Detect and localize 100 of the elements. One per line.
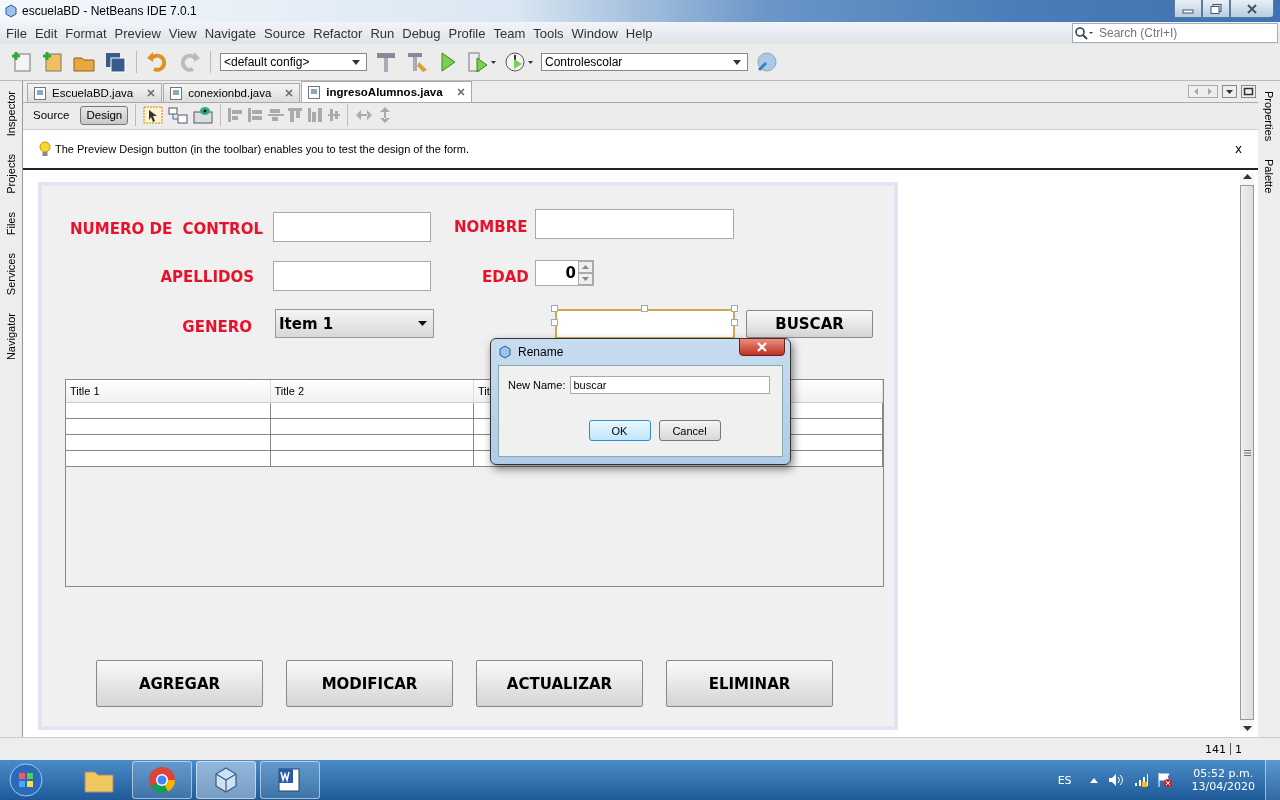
flag-icon[interactable]	[1157, 772, 1172, 788]
editor-tab[interactable]: ingresoAlumnos.java	[301, 81, 472, 102]
resize-handle[interactable]	[641, 305, 648, 312]
text-field[interactable]	[273, 261, 431, 291]
browser-icon	[148, 766, 176, 794]
spinner-arrows-icon[interactable]	[578, 261, 593, 285]
file-icon	[34, 86, 46, 100]
alignment-icons[interactable]	[228, 106, 341, 124]
gender-dropdown[interactable]: Item 1	[275, 309, 434, 338]
scrollbar[interactable]	[1240, 174, 1254, 731]
action-button[interactable]: AGREGAR	[96, 660, 263, 707]
dialog-button[interactable]: Cancel	[658, 420, 721, 441]
new-project-icon[interactable]	[41, 50, 65, 74]
menu-item[interactable]: Edit	[30, 25, 62, 41]
file-icon	[308, 85, 321, 99]
form-label: NOMBRE	[454, 218, 529, 236]
menu-item[interactable]: Profile	[444, 25, 490, 41]
close-button[interactable]	[739, 338, 785, 356]
debug-icon[interactable]	[467, 50, 497, 74]
column-number: 1	[1235, 742, 1242, 756]
menu-item[interactable]: Source	[260, 25, 310, 41]
save-all-icon[interactable]	[103, 50, 127, 74]
close-icon[interactable]	[285, 89, 294, 97]
hammer-icon[interactable]	[374, 50, 398, 74]
menu-item[interactable]: Preview	[110, 25, 165, 41]
dialog-title: Rename	[518, 345, 564, 359]
form-label: APELLIDOS	[159, 268, 254, 286]
dropdown-icon[interactable]	[1222, 85, 1237, 98]
side-panel-tab[interactable]: Palette	[1263, 157, 1275, 196]
text-field[interactable]	[273, 212, 431, 242]
menu-item[interactable]: Navigate	[200, 25, 261, 41]
action-button[interactable]: ELIMINAR	[666, 660, 833, 707]
view-toggle[interactable]: Design	[80, 105, 129, 125]
view-toggle[interactable]: Source	[27, 105, 76, 125]
search-field[interactable]: Search (Ctrl+I)	[1072, 23, 1278, 43]
form-label: EDAD	[482, 268, 530, 286]
menu-item[interactable]: Team	[489, 25, 530, 41]
taskbar-app[interactable]	[132, 761, 192, 799]
clock-time[interactable]: 05:52 p.m.	[1193, 767, 1254, 780]
menu-item[interactable]: Window	[567, 25, 622, 41]
language-indicator[interactable]: ES	[1057, 773, 1072, 787]
menu-item[interactable]: Format	[61, 25, 111, 41]
side-panel-tab[interactable]: Projects	[5, 152, 17, 196]
cube-icon	[212, 766, 240, 794]
name-field[interactable]: buscar	[570, 376, 771, 394]
menu-item[interactable]: View	[164, 25, 201, 41]
number-spinner[interactable]: 0	[535, 260, 594, 286]
up-arrow-icon[interactable]	[1242, 174, 1252, 179]
config-dropdown[interactable]: <default config>	[220, 53, 367, 71]
editor-tab[interactable]: conexionbd.java	[163, 83, 301, 102]
resize-vertical-icon[interactable]	[378, 106, 393, 124]
caret-icon	[352, 59, 360, 65]
start-button[interactable]	[8, 762, 44, 798]
column-header[interactable]: Title 1	[66, 380, 271, 402]
restore-button[interactable]	[1202, 0, 1230, 18]
caret-icon	[733, 59, 741, 65]
menu-item[interactable]: File	[2, 25, 31, 41]
action-button[interactable]: MODIFICAR	[286, 660, 453, 707]
down-arrow-icon[interactable]	[1242, 726, 1252, 731]
menu-item[interactable]: Tools	[529, 25, 568, 41]
taskbar-app[interactable]	[196, 761, 256, 799]
text-field[interactable]	[535, 209, 734, 239]
menu-item[interactable]: Run	[366, 25, 399, 41]
close-hint-button[interactable]: x	[1234, 142, 1242, 156]
close-icon[interactable]	[456, 88, 465, 96]
selection-icon[interactable]	[143, 106, 164, 124]
project-dropdown[interactable]: Controlescolar	[541, 53, 748, 71]
action-button[interactable]: ACTUALIZAR	[476, 660, 643, 707]
selected-text-field[interactable]	[555, 309, 735, 339]
maximize-icon[interactable]	[1241, 85, 1256, 98]
menu-item[interactable]: Help	[621, 25, 657, 41]
dialog-button[interactable]: OK	[588, 420, 651, 441]
side-panel-tab[interactable]: Properties	[1263, 89, 1275, 144]
up-arrow-icon[interactable]	[1089, 777, 1098, 783]
signal-icon[interactable]	[1133, 773, 1148, 787]
minimize-button[interactable]	[1174, 0, 1202, 18]
side-panel-tab[interactable]: Services	[5, 251, 17, 298]
restore-icon	[1210, 3, 1222, 14]
clock-date[interactable]: 13/04/2020	[1191, 780, 1255, 793]
taskbar-app[interactable]	[260, 761, 320, 799]
preview-icon[interactable]	[193, 106, 214, 124]
profile-icon[interactable]	[504, 50, 534, 74]
cube-icon	[4, 4, 18, 18]
new-file-icon[interactable]	[10, 50, 34, 74]
speaker-icon[interactable]	[1107, 773, 1124, 787]
connection-icon[interactable]	[168, 106, 189, 124]
column-header[interactable]: Title 2	[270, 380, 474, 402]
globe-icon[interactable]	[755, 50, 779, 74]
search-button[interactable]: BUSCAR	[746, 310, 873, 338]
field-label: New Name:	[508, 379, 566, 391]
side-panel-tab[interactable]: Inspector	[5, 89, 17, 139]
side-panel-tab[interactable]: Files	[5, 210, 17, 238]
hammer-broom-icon[interactable]	[405, 50, 429, 74]
menu-item[interactable]: Debug	[398, 25, 445, 41]
show-desktop-button[interactable]	[1265, 760, 1280, 800]
editor-tab[interactable]: EscuelaBD.java	[27, 83, 163, 102]
close-icon[interactable]	[147, 89, 156, 97]
menu-item[interactable]: Refactor	[309, 25, 367, 41]
side-panel-tab[interactable]: Navigator	[5, 311, 17, 363]
close-button[interactable]	[1230, 0, 1274, 18]
